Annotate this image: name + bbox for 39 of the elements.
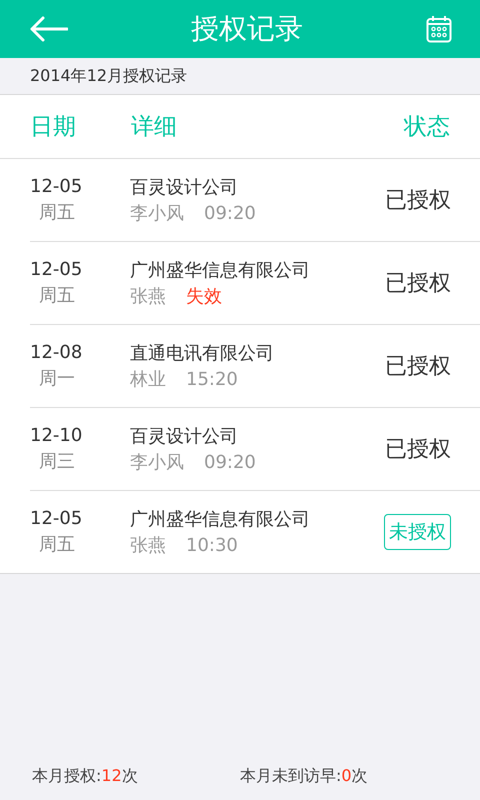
authorize-button[interactable]: 未授权 — [384, 514, 451, 550]
record-weekday: 周五 — [38, 201, 75, 225]
status-label: 已授权 — [385, 436, 451, 464]
company-name: 百灵设计公司 — [130, 176, 239, 200]
page-title: 授权记录 — [191, 11, 303, 47]
record-weekday: 周五 — [38, 533, 75, 557]
record-time: 10:30 — [186, 534, 238, 558]
record-weekday: 周一 — [38, 367, 75, 391]
person-name: 李小风 — [130, 450, 184, 474]
record-date: 12-05 — [30, 175, 82, 199]
person-name: 李小风 — [130, 202, 184, 226]
person-name: 张燕 — [130, 534, 166, 558]
company-name: 广州盛华信息有限公司 — [130, 508, 311, 532]
record-weekday: 周三 — [38, 450, 75, 474]
company-name: 广州盛华信息有限公司 — [130, 258, 311, 282]
record-date: 12-05 — [30, 507, 82, 531]
person-name: 张燕 — [130, 284, 166, 308]
company-name: 直通电讯有限公司 — [130, 342, 275, 366]
column-heading: 详细 — [131, 113, 178, 142]
column-heading: 日期 — [30, 113, 77, 142]
company-name: 百灵设计公司 — [130, 424, 239, 448]
record-date: 12-10 — [30, 424, 82, 448]
record-time: 15:20 — [186, 368, 238, 392]
person-name: 林业 — [130, 368, 166, 392]
status-label: 已授权 — [385, 187, 451, 215]
record-time: 09:20 — [204, 202, 256, 226]
month-label: 2014年12月授权记录 — [30, 66, 188, 86]
column-heading: 状态 — [404, 113, 450, 142]
back-icon[interactable] — [30, 16, 68, 42]
status-label: 已授权 — [385, 270, 451, 298]
summary-text: 本月授权:12次 — [32, 766, 139, 787]
expired-label: 失效 — [186, 284, 222, 308]
calendar-icon[interactable] — [426, 15, 452, 43]
record-date: 12-08 — [30, 341, 82, 365]
record-weekday: 周五 — [38, 284, 75, 308]
record-time: 09:20 — [204, 450, 256, 474]
record-date: 12-05 — [30, 258, 82, 282]
status-label: 已授权 — [385, 353, 451, 381]
summary-text: 本月未到访早:0次 — [240, 766, 368, 787]
